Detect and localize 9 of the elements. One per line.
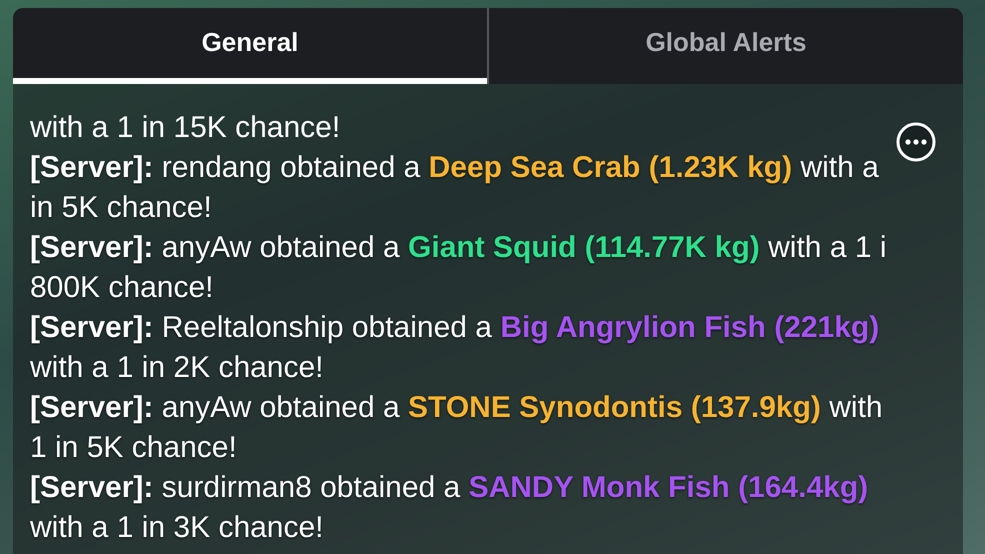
chat-message: [Server]: surdirman8 obtained a SANDY Monk Fish (164.4kg) with a 1 in 3K chance! xyxy=(30,470,870,546)
more-options-icon[interactable] xyxy=(896,122,936,162)
chat-message: [Server]: Reeltalonship obtained a Big Angrylion Fish (221kg) with a 1 in 2K chance! xyxy=(30,310,880,386)
chat-tab[interactable]: Global Alerts xyxy=(487,8,963,84)
chat-message: [Server]: anyAw obtained a Giant Squid (114.77K kg) with a 1 i 800K chance! xyxy=(30,230,888,306)
chat-tab[interactable]: General xyxy=(13,8,487,84)
chat-message: with a 1 in 15K chance! xyxy=(30,110,340,146)
chat-message: [Server]: anyAw obtained a STONE Synodontis (137.9kg) with 1 in 5K chance! xyxy=(30,390,884,466)
chat-message: [Server]: rendang obtained a Deep Sea Crab (1.23K kg) with a in 5K chance! xyxy=(30,150,880,226)
